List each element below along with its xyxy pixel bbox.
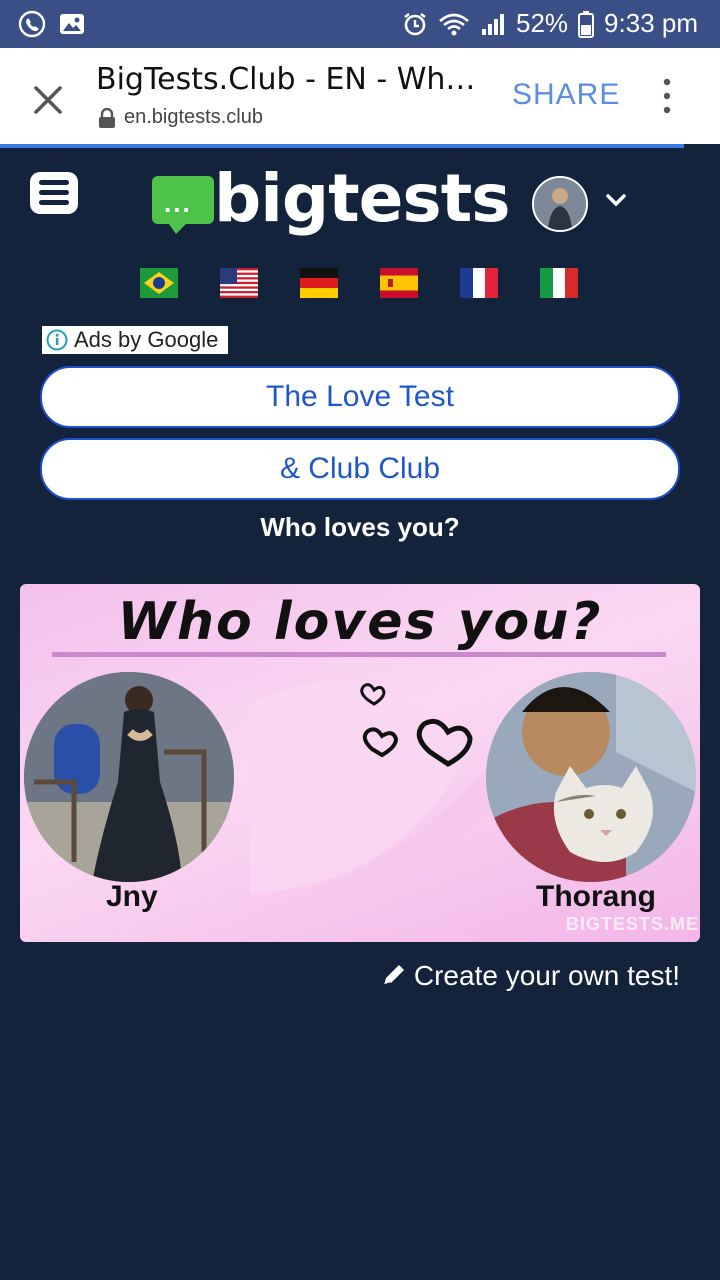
alarm-icon	[404, 12, 426, 35]
avatar-image	[534, 178, 586, 230]
viber-icon	[18, 10, 46, 38]
lock-icon	[99, 107, 115, 128]
hearts-icon	[360, 683, 473, 767]
left-photo	[24, 672, 234, 882]
tab-title: BigTests.Club - EN - Who l...	[96, 62, 486, 97]
chat-bubble-icon: ...	[152, 176, 214, 224]
clock: 9:33 pm	[604, 8, 698, 38]
language-flags	[140, 268, 578, 298]
card-title: Who loves you?	[117, 592, 603, 652]
share-button[interactable]: SHARE	[512, 78, 620, 112]
close-icon[interactable]	[28, 80, 68, 120]
flag-spain-icon[interactable]	[380, 268, 418, 298]
menu-bar	[39, 200, 69, 205]
menu-bar	[39, 190, 69, 195]
create-test-text: Create your own test!	[413, 960, 680, 991]
more-options-icon[interactable]	[660, 78, 674, 114]
site-logo[interactable]: ... bigtests	[152, 160, 511, 242]
person-with-cat-photo	[486, 672, 696, 882]
title-underline	[52, 652, 666, 657]
user-avatar[interactable]	[532, 176, 588, 232]
love-test-button[interactable]: The Love Test	[40, 366, 680, 428]
wifi-icon	[439, 13, 469, 35]
logo-text: bigtests	[214, 160, 511, 237]
info-icon	[46, 329, 68, 351]
ads-by-google-label[interactable]: Ads by Google	[42, 326, 229, 354]
menu-bar	[39, 180, 69, 185]
flag-brazil-icon[interactable]	[140, 268, 178, 298]
pencil-icon	[383, 965, 404, 986]
right-name: Thorang	[536, 880, 656, 913]
page-question: Who loves you?	[260, 512, 460, 542]
url-text: en.bigtests.club	[124, 106, 263, 128]
test-result-card[interactable]: Who loves you? Jny Thorang BIGTESTS.ME	[20, 584, 700, 942]
flag-france-icon[interactable]	[460, 268, 498, 298]
page-load-progress	[0, 144, 684, 148]
chevron-down-icon[interactable]	[604, 188, 628, 212]
flag-usa-icon[interactable]	[220, 268, 258, 298]
flag-germany-icon[interactable]	[300, 268, 338, 298]
watermark: BIGTESTS.ME	[566, 914, 700, 934]
right-photo	[486, 672, 696, 882]
browser-toolbar: BigTests.Club - EN - Who l... en.bigtest…	[0, 48, 720, 144]
ads-text: Ads by Google	[74, 327, 219, 352]
flag-italy-icon[interactable]	[540, 268, 578, 298]
battery-icon	[578, 10, 595, 38]
status-bar: 52% 9:33 pm	[0, 0, 720, 48]
left-name: Jny	[106, 880, 158, 913]
image-icon	[60, 14, 84, 34]
create-test-link[interactable]: Create your own test!	[380, 960, 680, 992]
signal-icon	[482, 13, 504, 35]
person-photo	[24, 672, 234, 882]
url-bar[interactable]: en.bigtests.club	[98, 106, 263, 129]
battery-percent: 52%	[516, 8, 569, 38]
menu-button[interactable]	[30, 172, 78, 214]
club-club-button[interactable]: & Club Club	[40, 438, 680, 500]
